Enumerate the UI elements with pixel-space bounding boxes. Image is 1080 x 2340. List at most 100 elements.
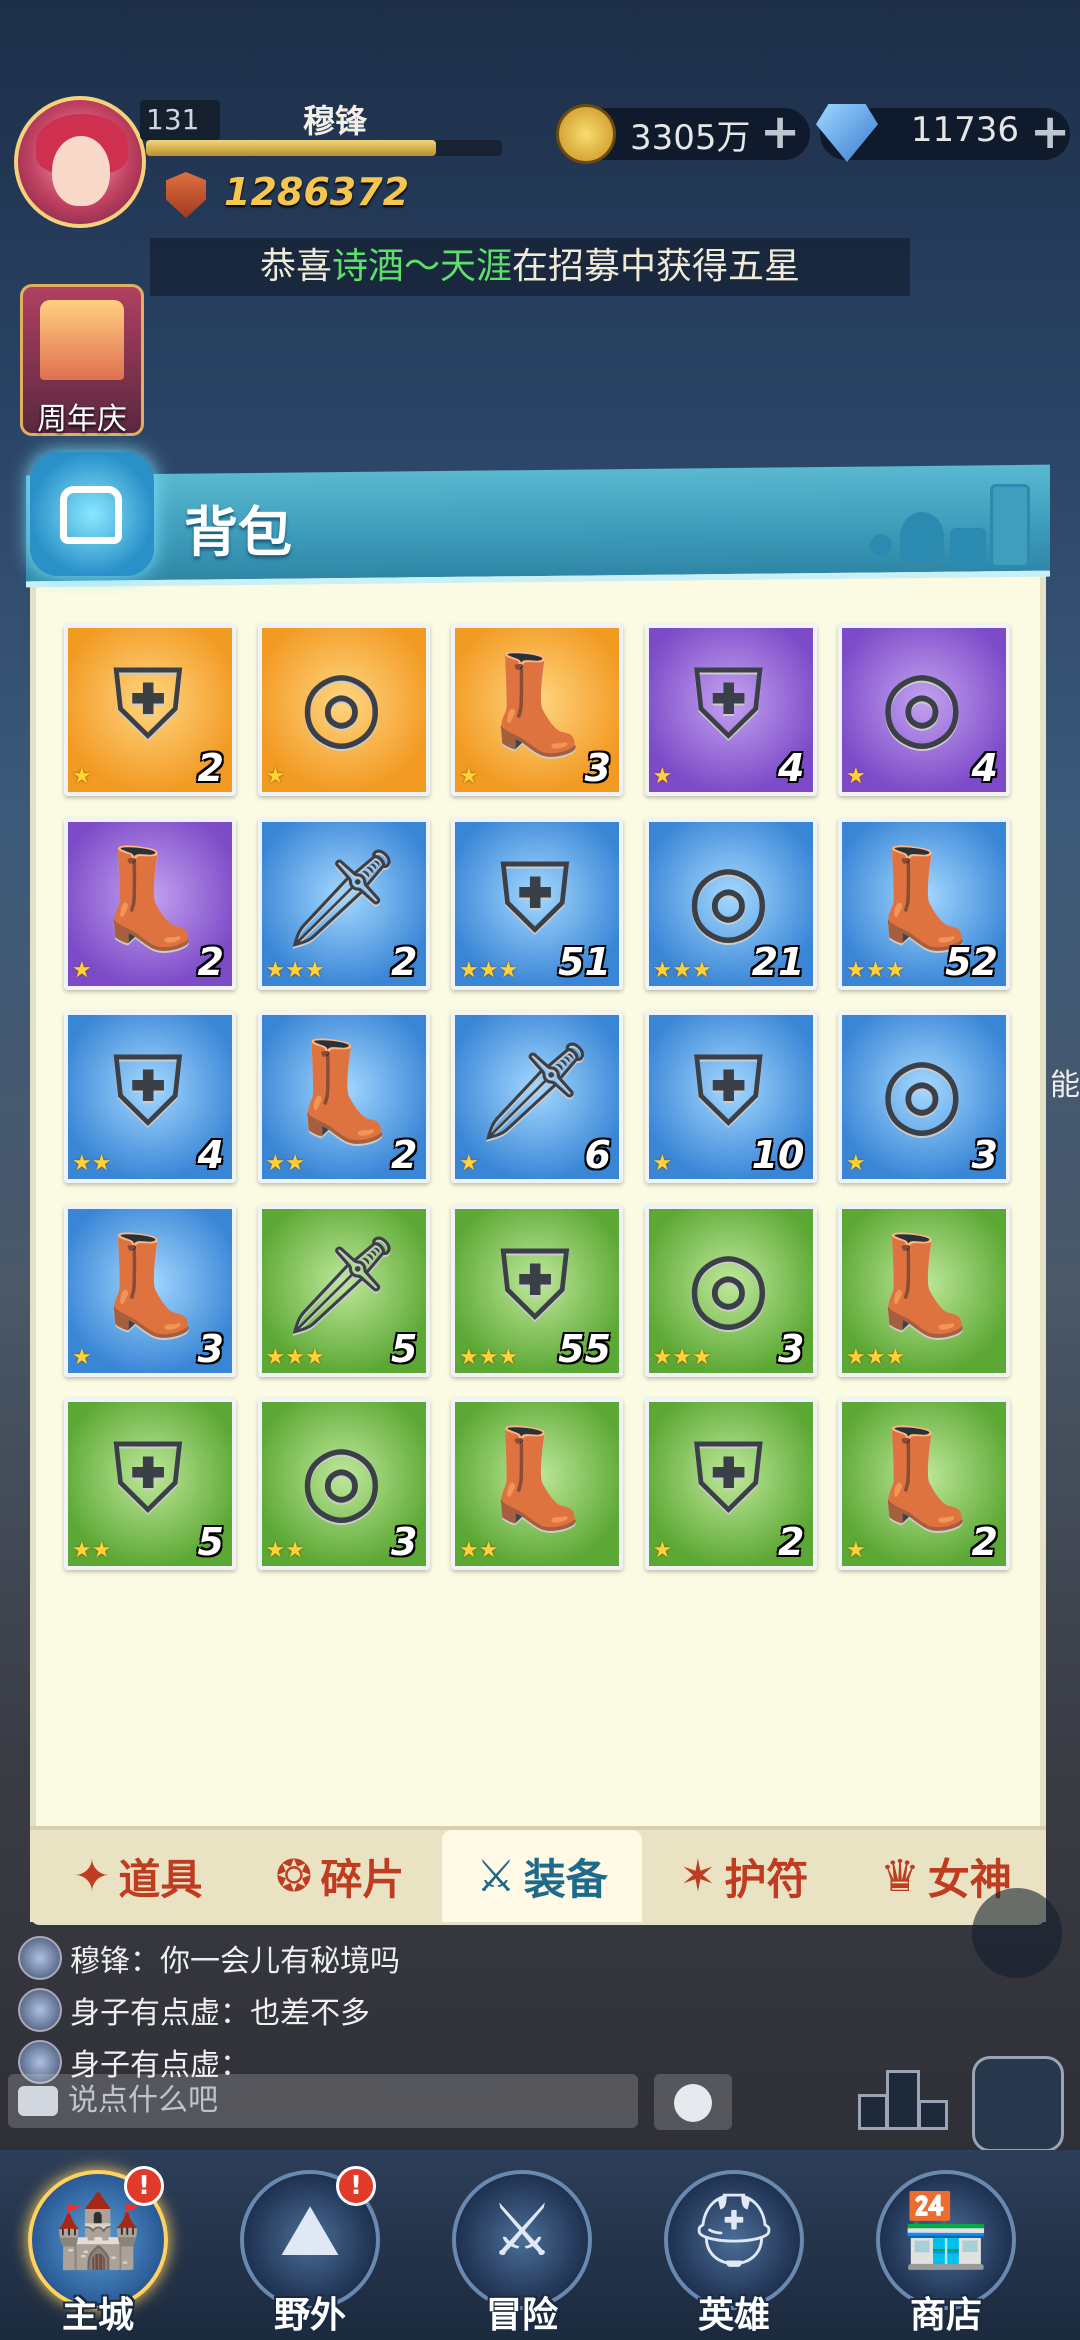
bag-item-ring[interactable]: ◎ ★★ 3 bbox=[257, 1398, 430, 1570]
equipment-grid: ⛨ ★ 2 ◎ ★ 👢 ★ 3 ⛨ ★ 4 ◎ ★ 4 👢 ★ 2 🗡 ★★★ 2 ⛨ ★★★ 51 ◎ ★★★ 21 👢 ★★★ 52… bbox=[64, 624, 1016, 1570]
marquee-player: 诗酒～天涯 bbox=[331, 246, 512, 287]
power-shield-icon bbox=[166, 172, 206, 218]
bag-item-boots[interactable]: 👢 ★ 2 bbox=[64, 817, 236, 990]
bag-item-boots[interactable]: 👢 ★★ bbox=[451, 1398, 623, 1570]
bag-title: 背包 bbox=[184, 501, 292, 564]
add-gem-button[interactable]: + bbox=[1030, 104, 1070, 160]
bag-item-ring[interactable]: ◎ ★ 4 bbox=[838, 624, 1010, 796]
bag-item-chestplate[interactable]: ⛨ ★ 10 bbox=[644, 1011, 817, 1183]
marquee-suffix: 在招募中获得五星 bbox=[512, 246, 801, 287]
bag-item-sword[interactable]: 🗡 ★★★ 5 bbox=[257, 1204, 430, 1377]
nav-item-0[interactable]: 🏰 主城! bbox=[18, 2166, 178, 2340]
nav-label: 商店 bbox=[909, 2295, 982, 2336]
bag-item-boots[interactable]: 👢 ★★★ 52 bbox=[838, 817, 1010, 990]
friends-button[interactable] bbox=[972, 1888, 1062, 1978]
item-stars: ★ bbox=[652, 764, 673, 789]
tab-0[interactable]: ✦ 道具 bbox=[38, 1830, 238, 1922]
nav-icon: 🏪 bbox=[901, 2188, 991, 2272]
item-stars: ★★★ bbox=[846, 957, 906, 983]
tab-2[interactable]: ⚔ 装备 bbox=[442, 1830, 642, 1922]
item-stars: ★★ bbox=[265, 1538, 305, 1563]
item-stars: ★ bbox=[652, 1151, 673, 1176]
tab-icon: ✦ bbox=[73, 1850, 111, 1902]
bag-item-ring[interactable]: ◎ ★★★ 3 bbox=[644, 1204, 817, 1377]
cake-icon bbox=[40, 300, 124, 380]
nav-label: 英雄 bbox=[697, 2295, 770, 2336]
nav-item-1[interactable]: ⛰ 野外! bbox=[230, 2166, 390, 2340]
bag-item-ring[interactable]: ◎ ★ bbox=[257, 624, 430, 796]
nav-label: 野外 bbox=[273, 2295, 346, 2336]
item-stars: ★ bbox=[72, 957, 92, 983]
bag-item-chestplate[interactable]: ⛨ ★ 4 bbox=[644, 624, 817, 796]
bag-item-chestplate[interactable]: ⛨ ★★ 5 bbox=[64, 1398, 236, 1570]
podium-icon bbox=[886, 2070, 920, 2130]
boots-icon: 👢 bbox=[475, 1422, 595, 1534]
item-stars: ★★★ bbox=[652, 1344, 712, 1370]
item-stars: ★ bbox=[72, 1344, 92, 1370]
notification-badge: ! bbox=[124, 2166, 164, 2206]
item-count: 5 bbox=[197, 1520, 224, 1564]
emoji-button[interactable] bbox=[654, 2074, 732, 2130]
chat-input[interactable]: 说点什么吧 bbox=[8, 2074, 638, 2128]
ranking-button[interactable] bbox=[858, 2060, 948, 2150]
nav-label: 冒险 bbox=[485, 2295, 558, 2336]
chat-message: 穆锋：你一会儿有秘境吗 bbox=[18, 1932, 400, 1984]
bag-item-ring[interactable]: ◎ ★★★ 21 bbox=[644, 817, 817, 990]
item-stars: ★★★ bbox=[265, 1344, 325, 1370]
bag-item-chestplate[interactable]: ⛨ ★ 2 bbox=[644, 1398, 817, 1570]
nav-item-2[interactable]: ⚔ 冒险 bbox=[442, 2170, 602, 2340]
bag-item-sword[interactable]: 🗡 ★ 6 bbox=[451, 1011, 623, 1183]
item-stars: ★ bbox=[72, 764, 92, 789]
gem-value: 11736 bbox=[910, 110, 1020, 150]
item-count: 3 bbox=[584, 746, 611, 790]
item-count: 52 bbox=[945, 939, 998, 984]
tab-3[interactable]: ✶ 护符 bbox=[644, 1830, 844, 1922]
item-count: 10 bbox=[751, 1133, 805, 1177]
item-count: 2 bbox=[197, 746, 224, 790]
item-count: 3 bbox=[197, 1326, 224, 1371]
item-count: 51 bbox=[558, 939, 611, 984]
bag-item-ring[interactable]: ◎ ★ 3 bbox=[838, 1011, 1010, 1183]
item-count: 4 bbox=[971, 746, 998, 790]
nav-item-4[interactable]: 🏪 商店 bbox=[866, 2170, 1026, 2340]
bag-item-boots[interactable]: 👢 ★★★ bbox=[838, 1204, 1010, 1377]
bag-item-chestplate[interactable]: ⛨ ★★★ 51 bbox=[451, 817, 623, 990]
tab-label: 护符 bbox=[724, 1854, 809, 1904]
chat-text: 穆锋：你一会儿有秘境吗 bbox=[70, 1944, 400, 1979]
tab-label: 道具 bbox=[118, 1854, 203, 1904]
announcement-marquee: 恭喜诗酒～天涯在招募中获得五星 bbox=[150, 238, 910, 296]
bag-item-boots[interactable]: 👢 ★ 3 bbox=[64, 1204, 236, 1377]
player-avatar[interactable] bbox=[14, 96, 146, 228]
smiley-icon bbox=[674, 2084, 712, 2122]
item-stars: ★★ bbox=[459, 1538, 499, 1563]
item-count: 6 bbox=[584, 1133, 611, 1177]
player-level: 131 bbox=[140, 100, 220, 140]
item-stars: ★ bbox=[265, 764, 286, 789]
tab-icon: ⚔ bbox=[476, 1850, 516, 1902]
gold-value: 3305万 bbox=[630, 118, 751, 158]
tab-icon: ❂ bbox=[275, 1850, 313, 1902]
item-stars: ★★ bbox=[72, 1151, 112, 1176]
tab-icon: ✶ bbox=[679, 1850, 717, 1902]
nav-item-3[interactable]: ⛑ 英雄 bbox=[654, 2170, 814, 2340]
item-stars: ★ bbox=[846, 1538, 866, 1563]
bag-item-chestplate[interactable]: ⛨ ★★★ 55 bbox=[451, 1204, 623, 1377]
nav-icon: ⚔ bbox=[489, 2188, 555, 2272]
item-count: 5 bbox=[391, 1326, 418, 1371]
chat-avatar bbox=[18, 1988, 62, 2032]
item-count: 2 bbox=[971, 1520, 998, 1564]
bag-item-sword[interactable]: 🗡 ★★★ 2 bbox=[257, 817, 430, 990]
boots-icon: 👢 bbox=[862, 1228, 982, 1341]
backpack-button[interactable] bbox=[972, 2056, 1064, 2152]
bag-item-boots[interactable]: 👢 ★ 3 bbox=[451, 624, 623, 796]
chat-message: 身子有点虚：也差不多 bbox=[18, 1984, 370, 2036]
item-stars: ★★★ bbox=[846, 1344, 906, 1370]
tab-1[interactable]: ❂ 碎片 bbox=[240, 1830, 440, 1922]
bag-item-boots[interactable]: 👢 ★ 2 bbox=[838, 1398, 1010, 1570]
bag-item-boots[interactable]: 👢 ★★ 2 bbox=[257, 1011, 430, 1183]
bag-item-chestplate[interactable]: ⛨ ★ 2 bbox=[64, 624, 236, 796]
bag-item-chestplate[interactable]: ⛨ ★★ 4 bbox=[64, 1011, 236, 1183]
backpack-icon bbox=[30, 452, 154, 576]
add-gold-button[interactable]: + bbox=[760, 104, 800, 160]
notification-badge: ! bbox=[336, 2166, 376, 2206]
